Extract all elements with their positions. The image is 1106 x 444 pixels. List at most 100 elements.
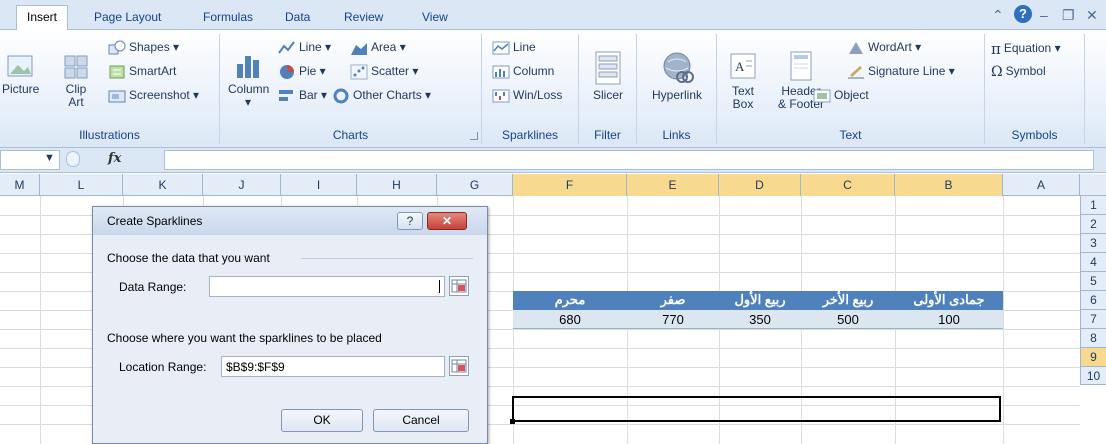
table-cell-f6[interactable]: 680 <box>513 312 627 327</box>
slicer-button[interactable]: Slicer <box>585 50 631 102</box>
picture-button[interactable]: Picture <box>2 52 39 96</box>
tab-data[interactable]: Data <box>275 6 320 30</box>
pie-chart-button[interactable]: Pie ▾ <box>278 64 326 80</box>
globe-link-icon <box>663 52 694 83</box>
column-chart-button[interactable]: Column ▾ <box>228 52 269 109</box>
minimize-ribbon-icon[interactable]: ⌃ <box>992 7 1004 24</box>
row-header-8[interactable]: 8 <box>1080 329 1106 348</box>
column-headers: M L K J I H G F E D C B A <box>0 174 1106 196</box>
bar-chart-button[interactable]: Bar ▾ <box>278 88 327 104</box>
data-section-heading: Choose the data that you want <box>107 251 270 265</box>
object-button[interactable]: Object <box>813 88 869 104</box>
shapes-button[interactable]: Shapes ▾ <box>108 40 179 56</box>
group-sparklines: Line Column Win/Loss Sparklines <box>482 34 579 144</box>
tab-formulas[interactable]: Formulas <box>193 6 263 30</box>
tab-page-layout[interactable]: Page Layout <box>84 6 171 30</box>
col-header-k[interactable]: K <box>123 174 203 196</box>
close-window-icon[interactable]: ✕ <box>1086 7 1098 24</box>
table-header-cell-d5[interactable]: ربيع الأول <box>719 292 801 308</box>
hyperlink-button[interactable]: Hyperlink <box>643 50 711 102</box>
symbol-button[interactable]: Ω Symbol <box>991 64 1046 80</box>
data-range-input[interactable] <box>209 276 445 297</box>
col-header-j[interactable]: J <box>203 174 281 196</box>
col-header-l[interactable]: L <box>40 174 123 196</box>
area-chart-button[interactable]: Area ▾ <box>350 40 406 56</box>
row-header-1[interactable]: 1 <box>1080 196 1106 215</box>
col-header-a[interactable]: A <box>1003 174 1080 196</box>
col-header-f[interactable]: F <box>513 174 627 196</box>
sparkline-line-button[interactable]: Line <box>492 40 536 56</box>
scatter-chart-button[interactable]: Scatter ▾ <box>350 64 418 80</box>
row-header-5[interactable]: 5 <box>1080 272 1106 291</box>
wordart-button[interactable]: WordArt ▾ <box>847 40 921 56</box>
line-chart-button[interactable]: Line ▾ <box>278 40 331 56</box>
table-cell-e6[interactable]: 770 <box>627 312 719 327</box>
table-cell-d6[interactable]: 350 <box>719 312 801 327</box>
col-header-b[interactable]: B <box>895 174 1003 196</box>
cancel-button[interactable]: Cancel <box>373 409 469 432</box>
equation-button[interactable]: π Equation ▾ <box>991 40 1061 58</box>
group-illustrations: Picture Clip Art Shapes ▾ SmartArt Scree… <box>0 34 220 144</box>
formula-bar: ▼ fx <box>0 148 1106 173</box>
row-header-9[interactable]: 9 <box>1080 348 1106 367</box>
tab-insert[interactable]: Insert <box>16 5 69 31</box>
column-chart-icon <box>237 56 259 78</box>
selected-range-b9-f9[interactable] <box>512 396 1001 422</box>
row-header-10[interactable]: 10 <box>1080 367 1106 385</box>
select-all-corner[interactable] <box>1080 174 1106 196</box>
dialog-title: Create Sparklines <box>107 214 203 228</box>
minimize-window-icon[interactable]: – <box>1040 7 1048 23</box>
section-divider <box>301 258 473 259</box>
ok-button[interactable]: OK <box>281 409 363 432</box>
row-header-4[interactable]: 4 <box>1080 253 1106 272</box>
table-header-cell-c5[interactable]: ربيع الأخر <box>801 292 895 308</box>
other-charts-button[interactable]: Other Charts ▾ <box>332 88 431 104</box>
name-box-dropdown-icon[interactable]: ▼ <box>44 152 55 164</box>
create-sparklines-dialog: Create Sparklines ? ✕ Choose the data th… <box>92 206 488 444</box>
restore-window-icon[interactable]: ❐ <box>1062 7 1075 24</box>
col-header-h[interactable]: H <box>357 174 437 196</box>
formula-input[interactable] <box>164 150 1094 170</box>
col-header-e[interactable]: E <box>627 174 719 196</box>
col-header-i[interactable]: I <box>281 174 357 196</box>
group-filter: Slicer Filter <box>579 34 637 144</box>
range-picker-icon <box>451 279 467 293</box>
row-header-6[interactable]: 6 <box>1080 291 1106 310</box>
group-links: Hyperlink Links <box>637 34 717 144</box>
sparkline-winloss-button[interactable]: Win/Loss <box>492 88 562 104</box>
table-header-cell-b5[interactable]: جمادى الأولى <box>895 292 1003 308</box>
sparkline-column-button[interactable]: Column <box>492 64 554 80</box>
screenshot-button[interactable]: Screenshot ▾ <box>108 88 199 104</box>
location-range-input[interactable]: $B$9:$F$9 <box>221 356 445 377</box>
table-header-cell-e5[interactable]: صفر <box>627 292 719 308</box>
row-header-2[interactable]: 2 <box>1080 215 1106 234</box>
sparkline-line-icon <box>492 41 510 55</box>
col-header-d[interactable]: D <box>719 174 801 196</box>
col-header-g[interactable]: G <box>437 174 513 196</box>
row-header-7[interactable]: 7 <box>1080 310 1106 329</box>
dialog-close-icon[interactable]: ✕ <box>427 212 467 230</box>
location-range-picker-button[interactable] <box>449 356 469 376</box>
help-icon[interactable]: ? <box>1014 5 1032 23</box>
col-header-c[interactable]: C <box>801 174 895 196</box>
smartart-button[interactable]: SmartArt <box>108 64 176 80</box>
table-header-cell-f5[interactable]: محرم <box>513 292 627 308</box>
table-cell-b6[interactable]: 100 <box>895 312 1003 327</box>
range-picker-icon <box>451 359 467 373</box>
table-cell-c6[interactable]: 500 <box>801 312 895 327</box>
row-header-3[interactable]: 3 <box>1080 234 1106 253</box>
signature-line-button[interactable]: Signature Line ▾ <box>847 64 955 80</box>
slicer-icon <box>595 51 621 85</box>
insert-function-button[interactable]: fx <box>108 151 121 166</box>
col-header-m[interactable]: M <box>0 174 40 196</box>
table-header-row: محرم صفر ربيع الأول ربيع الأخر جمادى الأ… <box>513 291 1003 310</box>
data-range-picker-button[interactable] <box>449 276 469 296</box>
text-box-button[interactable]: A Text Box <box>725 50 761 111</box>
charts-dialog-launcher-icon[interactable] <box>470 132 478 140</box>
clip-art-button[interactable]: Clip Art <box>60 52 92 109</box>
tab-review[interactable]: Review <box>334 6 393 30</box>
fill-handle[interactable] <box>510 419 515 424</box>
formula-expander-icon[interactable] <box>66 151 80 167</box>
dialog-help-button[interactable]: ? <box>397 212 423 230</box>
tab-view[interactable]: View <box>412 6 458 30</box>
